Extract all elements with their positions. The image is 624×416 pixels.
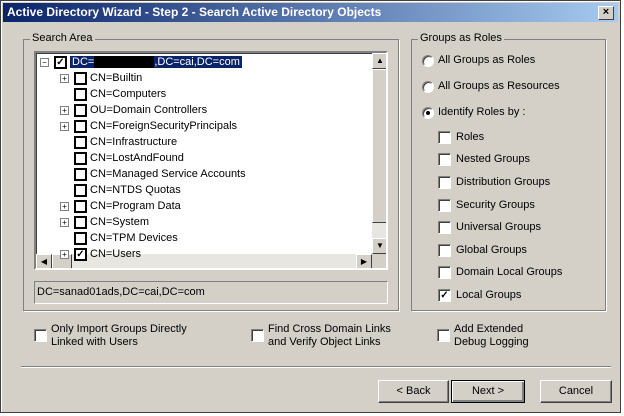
tree-item[interactable]: CN=Users: [90, 246, 141, 262]
window-title: Active Directory Wizard - Step 2 - Searc…: [7, 5, 382, 19]
tree-item-checkbox[interactable]: [74, 184, 87, 197]
group-type-checkbox[interactable]: [438, 131, 451, 144]
tree-item-checkbox[interactable]: [74, 136, 87, 149]
back-button[interactable]: < Back: [378, 380, 449, 403]
tree-item-checkbox[interactable]: [74, 104, 87, 117]
radio-button[interactable]: [422, 107, 434, 119]
option-checkbox[interactable]: [251, 329, 264, 342]
group-type-label[interactable]: Universal Groups: [456, 221, 541, 233]
tree-item-checkbox[interactable]: ✓: [74, 248, 87, 261]
group-type-checkbox[interactable]: ✓: [438, 289, 451, 302]
group-type-label[interactable]: Domain Local Groups: [456, 266, 562, 278]
tree-item-checkbox[interactable]: [74, 88, 87, 101]
tree-item[interactable]: CN=TPM Devices: [90, 230, 178, 246]
radio-label[interactable]: Identify Roles by :: [438, 106, 525, 118]
collapse-icon[interactable]: −: [40, 58, 49, 67]
expand-icon[interactable]: +: [60, 106, 69, 115]
expand-icon[interactable]: +: [60, 218, 69, 227]
expand-icon[interactable]: +: [60, 202, 69, 211]
scroll-up-button[interactable]: ▲: [372, 53, 386, 69]
next-button[interactable]: Next >: [451, 380, 525, 403]
tree-item[interactable]: CN=Builtin: [90, 70, 142, 86]
radio-button[interactable]: [422, 55, 434, 67]
close-button[interactable]: ×: [598, 6, 614, 20]
tree-item-checkbox[interactable]: [74, 232, 87, 245]
tree-item[interactable]: CN=Computers: [90, 86, 166, 102]
expand-icon[interactable]: +: [60, 122, 69, 131]
radio-label[interactable]: All Groups as Resources: [438, 80, 560, 92]
radio-dot: [426, 111, 430, 115]
option-label[interactable]: Linked with Users: [51, 336, 138, 348]
separator: [21, 366, 611, 368]
scroll-left-button[interactable]: ◀: [36, 254, 52, 268]
group-type-checkbox[interactable]: [438, 244, 451, 257]
tree-item[interactable]: CN=Program Data: [90, 198, 181, 214]
option-checkbox[interactable]: [437, 329, 450, 342]
tree-item[interactable]: CN=LostAndFound: [90, 150, 184, 166]
tree-item-checkbox[interactable]: [74, 72, 87, 85]
wizard-window: Active Directory Wizard - Step 2 - Searc…: [0, 0, 621, 413]
groups-as-roles-legend: Groups as Roles: [418, 32, 504, 44]
group-type-checkbox[interactable]: [438, 153, 451, 166]
group-type-label[interactable]: Security Groups: [456, 199, 535, 211]
group-type-label[interactable]: Nested Groups: [456, 153, 530, 165]
option-checkbox[interactable]: [34, 329, 47, 342]
option-label[interactable]: Find Cross Domain Links: [268, 323, 391, 335]
search-area-legend: Search Area: [30, 32, 95, 44]
option-label[interactable]: Only Import Groups Directly: [51, 323, 187, 335]
radio-label[interactable]: All Groups as Roles: [438, 54, 535, 66]
root-prefix: DC=: [72, 56, 95, 68]
option-label[interactable]: and Verify Object Links: [268, 336, 381, 348]
scroll-thumb[interactable]: [372, 69, 386, 223]
scroll-right-button[interactable]: ▶: [356, 254, 372, 268]
title-bar: Active Directory Wizard - Step 2 - Searc…: [3, 3, 618, 22]
redacted-block: [94, 56, 155, 69]
root-suffix: ,DC=cai,DC=com: [154, 56, 240, 68]
selected-path-field: DC=sanad01ads,DC=cai,DC=com: [34, 281, 388, 304]
directory-tree[interactable]: − ✓ DC= ,DC=cai,DC=com ▲ ▼ ◀ ▶ + CN=Builti…: [34, 51, 388, 270]
cancel-button[interactable]: Cancel: [540, 380, 612, 403]
tree-item-checkbox[interactable]: [74, 216, 87, 229]
group-type-checkbox[interactable]: [438, 176, 451, 189]
vertical-scrollbar[interactable]: ▲ ▼: [372, 53, 386, 254]
tree-item[interactable]: CN=Managed Service Accounts: [90, 166, 246, 182]
tree-item-checkbox[interactable]: [74, 168, 87, 181]
tree-item[interactable]: CN=ForeignSecurityPrincipals: [90, 118, 237, 134]
tree-item[interactable]: CN=Infrastructure: [90, 134, 177, 150]
tree-item[interactable]: CN=System: [90, 214, 149, 230]
tree-root[interactable]: DC= ,DC=cai,DC=com: [70, 54, 242, 70]
group-type-label[interactable]: Local Groups: [456, 289, 521, 301]
scroll-corner: [372, 254, 386, 268]
scroll-down-button[interactable]: ▼: [372, 238, 386, 254]
option-label[interactable]: Add Extended: [454, 323, 523, 335]
expand-icon[interactable]: +: [60, 74, 69, 83]
tree-item[interactable]: OU=Domain Controllers: [90, 102, 207, 118]
option-label[interactable]: Debug Logging: [454, 336, 529, 348]
tree-item-checkbox[interactable]: [74, 120, 87, 133]
group-type-checkbox[interactable]: [438, 221, 451, 234]
root-checkbox[interactable]: ✓: [54, 56, 67, 69]
group-type-checkbox[interactable]: [438, 266, 451, 279]
expand-icon[interactable]: +: [60, 250, 69, 259]
group-type-label[interactable]: Distribution Groups: [456, 176, 550, 188]
group-type-checkbox[interactable]: [438, 199, 451, 212]
tree-item-checkbox[interactable]: [74, 152, 87, 165]
group-type-label[interactable]: Roles: [456, 131, 484, 143]
radio-button[interactable]: [422, 81, 434, 93]
group-type-label[interactable]: Global Groups: [456, 244, 527, 256]
tree-item[interactable]: CN=NTDS Quotas: [90, 182, 181, 198]
tree-item-checkbox[interactable]: [74, 200, 87, 213]
